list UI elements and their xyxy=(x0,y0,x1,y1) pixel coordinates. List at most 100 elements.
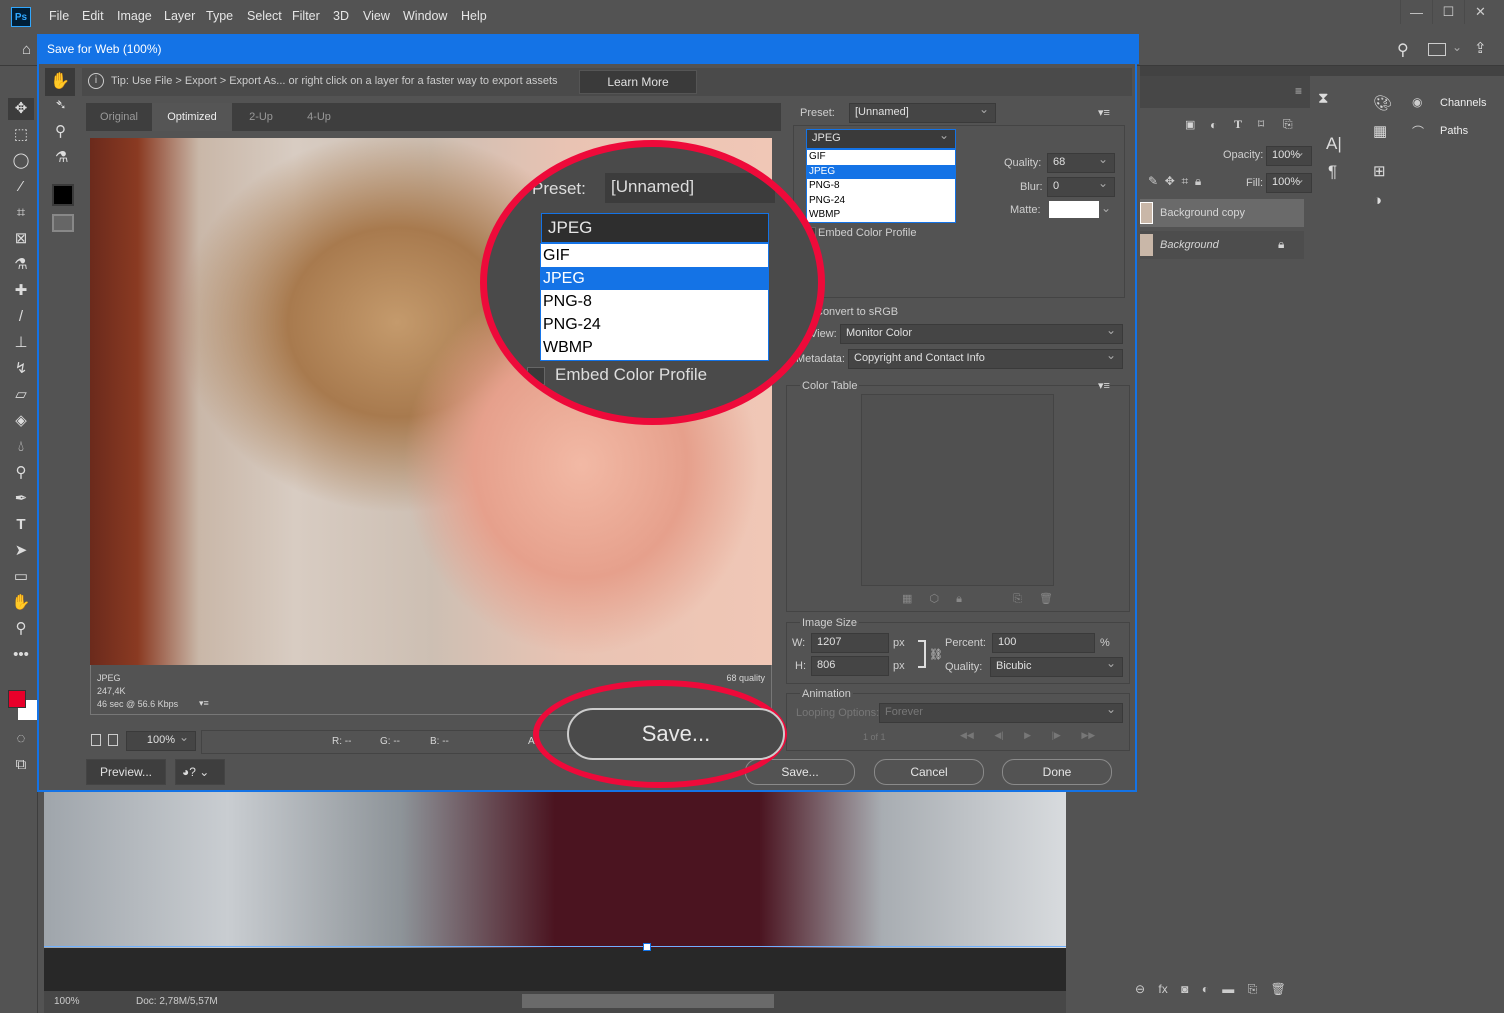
layer-row[interactable]: Background copy xyxy=(1140,199,1304,227)
filter-shape-icon[interactable]: ⌑ xyxy=(1258,117,1264,131)
delete-color-icon[interactable]: 🗑︎ xyxy=(1039,593,1053,605)
menu-image[interactable]: Image xyxy=(117,9,152,23)
map-transparent-icon[interactable]: ▦ xyxy=(902,593,912,605)
close-button[interactable]: ✕ xyxy=(1464,0,1496,24)
trash-icon[interactable]: 🗑︎ xyxy=(1271,982,1286,996)
zoom-tool-icon[interactable]: ⚲ xyxy=(8,618,34,640)
more-tools-icon[interactable]: ••• xyxy=(8,644,34,666)
blur-field[interactable]: 0 xyxy=(1047,176,1115,197)
add-mask-icon[interactable]: ◙ xyxy=(1181,982,1188,996)
format-option-jpeg[interactable]: JPEG xyxy=(807,164,955,179)
paint-bucket-tool-icon[interactable]: ◈ xyxy=(8,410,34,432)
lock-pixels-icon[interactable]: ✎ xyxy=(1148,174,1158,188)
menu-3d[interactable]: 3D xyxy=(333,9,349,23)
hand-tool-icon[interactable]: ✋ xyxy=(8,592,34,614)
preset-select[interactable]: [Unnamed] xyxy=(849,102,996,123)
color-palette-icon[interactable]: 🎨︎ xyxy=(1373,94,1392,112)
horizontal-scrollbar[interactable] xyxy=(522,994,774,1008)
convert-srgb-label[interactable]: Convert to sRGB xyxy=(815,306,898,318)
minimize-button[interactable]: — xyxy=(1400,0,1432,24)
workspace-icon[interactable] xyxy=(1428,43,1446,56)
menu-file[interactable]: File xyxy=(49,9,69,23)
lasso-tool-icon[interactable]: ◯ xyxy=(8,150,34,172)
zoom-tool-icon[interactable]: ⚲ xyxy=(55,122,66,140)
marquee-tool-icon[interactable]: ⬚ xyxy=(8,124,34,146)
type-tool-icon[interactable]: T xyxy=(8,514,34,536)
filter-type-icon[interactable]: T xyxy=(1234,117,1242,132)
foreground-color-swatch[interactable] xyxy=(8,690,26,708)
lock-position-icon[interactable]: ✥ xyxy=(1165,174,1175,188)
eyedropper-tool-icon[interactable]: ⚗ xyxy=(8,254,34,276)
opacity-field[interactable]: 100% xyxy=(1266,145,1312,166)
resample-quality-select[interactable]: Bicubic xyxy=(990,656,1123,677)
browser-preview-select[interactable]: ◕? ⌄ xyxy=(175,759,225,785)
status-zoom[interactable]: 100% xyxy=(54,996,80,1007)
metadata-select[interactable]: Copyright and Contact Info xyxy=(848,348,1123,369)
history-brush-tool-icon[interactable]: ↯ xyxy=(8,358,34,380)
layer-row[interactable]: Background 🔒︎ xyxy=(1140,231,1304,259)
screen-mode-icon[interactable]: ⧉ xyxy=(8,754,34,776)
paths-tab[interactable]: Paths xyxy=(1440,125,1468,137)
home-icon[interactable]: ⌂ xyxy=(22,41,31,58)
new-group-icon[interactable]: ▬ xyxy=(1222,982,1234,996)
quality-field[interactable]: 68 xyxy=(1047,152,1115,173)
crop-tool-icon[interactable]: ⌗ xyxy=(8,202,34,224)
eyedropper-tool-icon[interactable]: ⚗ xyxy=(55,148,68,166)
transform-handle[interactable] xyxy=(643,943,651,951)
dodge-tool-icon[interactable]: ⚲ xyxy=(8,462,34,484)
search-icon[interactable]: ⚲ xyxy=(1397,40,1409,60)
tab-original[interactable]: Original xyxy=(86,103,152,131)
format-option-png8[interactable]: PNG-8 xyxy=(807,179,955,194)
menu-edit[interactable]: Edit xyxy=(82,9,104,23)
fill-field[interactable]: 100% xyxy=(1266,172,1312,193)
fx-icon[interactable]: fx xyxy=(1158,982,1167,996)
eyedropper-color-swatch[interactable] xyxy=(52,184,74,206)
chevron-down-icon[interactable]: ⌄ xyxy=(1452,40,1462,54)
format-select[interactable]: JPEG xyxy=(806,128,956,149)
preview-button[interactable]: Preview... xyxy=(86,759,166,785)
tab-2-up[interactable]: 2-Up xyxy=(232,103,290,131)
zoom-out-icon[interactable] xyxy=(91,734,101,746)
link-icon[interactable]: ⛓ xyxy=(929,648,943,661)
quick-mask-icon[interactable]: ◌ xyxy=(8,728,34,750)
pen-tool-icon[interactable]: ✒ xyxy=(8,488,34,510)
rectangle-tool-icon[interactable]: ▭ xyxy=(8,566,34,588)
format-option-wbmp[interactable]: WBMP xyxy=(807,208,955,223)
zoom-in-icon[interactable] xyxy=(108,734,118,746)
tab-optimized[interactable]: Optimized xyxy=(152,103,232,131)
info-menu-icon[interactable]: ▾≡ xyxy=(199,698,209,709)
character-icon[interactable]: A| xyxy=(1326,134,1342,154)
chevron-down-icon[interactable]: ⌄ xyxy=(1101,201,1111,215)
tab-4-up[interactable]: 4-Up xyxy=(290,103,348,131)
frame-tool-icon[interactable]: ⊠ xyxy=(8,228,34,250)
matte-swatch[interactable] xyxy=(1049,201,1099,218)
done-button[interactable]: Done xyxy=(1002,759,1112,785)
panel-menu-icon[interactable]: ≡ xyxy=(1295,84,1302,98)
cancel-button[interactable]: Cancel xyxy=(874,759,984,785)
menu-help[interactable]: Help xyxy=(461,9,487,23)
height-field[interactable]: 806 xyxy=(811,656,889,676)
move-tool-icon[interactable]: ✥ xyxy=(8,98,34,120)
blur-tool-icon[interactable]: 💧︎ xyxy=(8,436,34,458)
history-icon[interactable]: ⧗ xyxy=(1318,90,1329,107)
stamp-tool-icon[interactable]: ⊥ xyxy=(8,332,34,354)
adjustments-icon[interactable]: ◑ xyxy=(1373,192,1382,209)
learn-more-button[interactable]: Learn More xyxy=(579,70,697,94)
layer-name[interactable]: Background xyxy=(1160,239,1219,251)
document-canvas[interactable] xyxy=(44,792,1066,948)
web-shift-icon[interactable]: ⬡ xyxy=(929,593,939,605)
lock-color-icon[interactable]: 🔒︎ xyxy=(956,593,962,605)
magic-wand-tool-icon[interactable]: ⁄ xyxy=(8,176,34,198)
layer-name[interactable]: Background copy xyxy=(1160,207,1245,219)
lock-artboard-icon[interactable]: ⌗ xyxy=(1181,174,1188,188)
menu-filter[interactable]: Filter xyxy=(292,9,320,23)
hand-tool-icon[interactable]: ✋ xyxy=(45,68,75,96)
menu-type[interactable]: Type xyxy=(206,9,233,23)
format-option-gif[interactable]: GIF xyxy=(807,150,955,165)
lock-all-icon[interactable]: 🔒︎ xyxy=(1195,174,1201,188)
new-layer-icon[interactable]: ⎘ xyxy=(1248,982,1258,996)
healing-brush-tool-icon[interactable]: ✚ xyxy=(8,280,34,302)
link-layers-icon[interactable]: ⊖ xyxy=(1135,982,1145,996)
filter-smart-object-icon[interactable]: ⎘ xyxy=(1283,117,1293,132)
optimize-menu-icon[interactable]: ▾≡ xyxy=(1098,106,1110,119)
